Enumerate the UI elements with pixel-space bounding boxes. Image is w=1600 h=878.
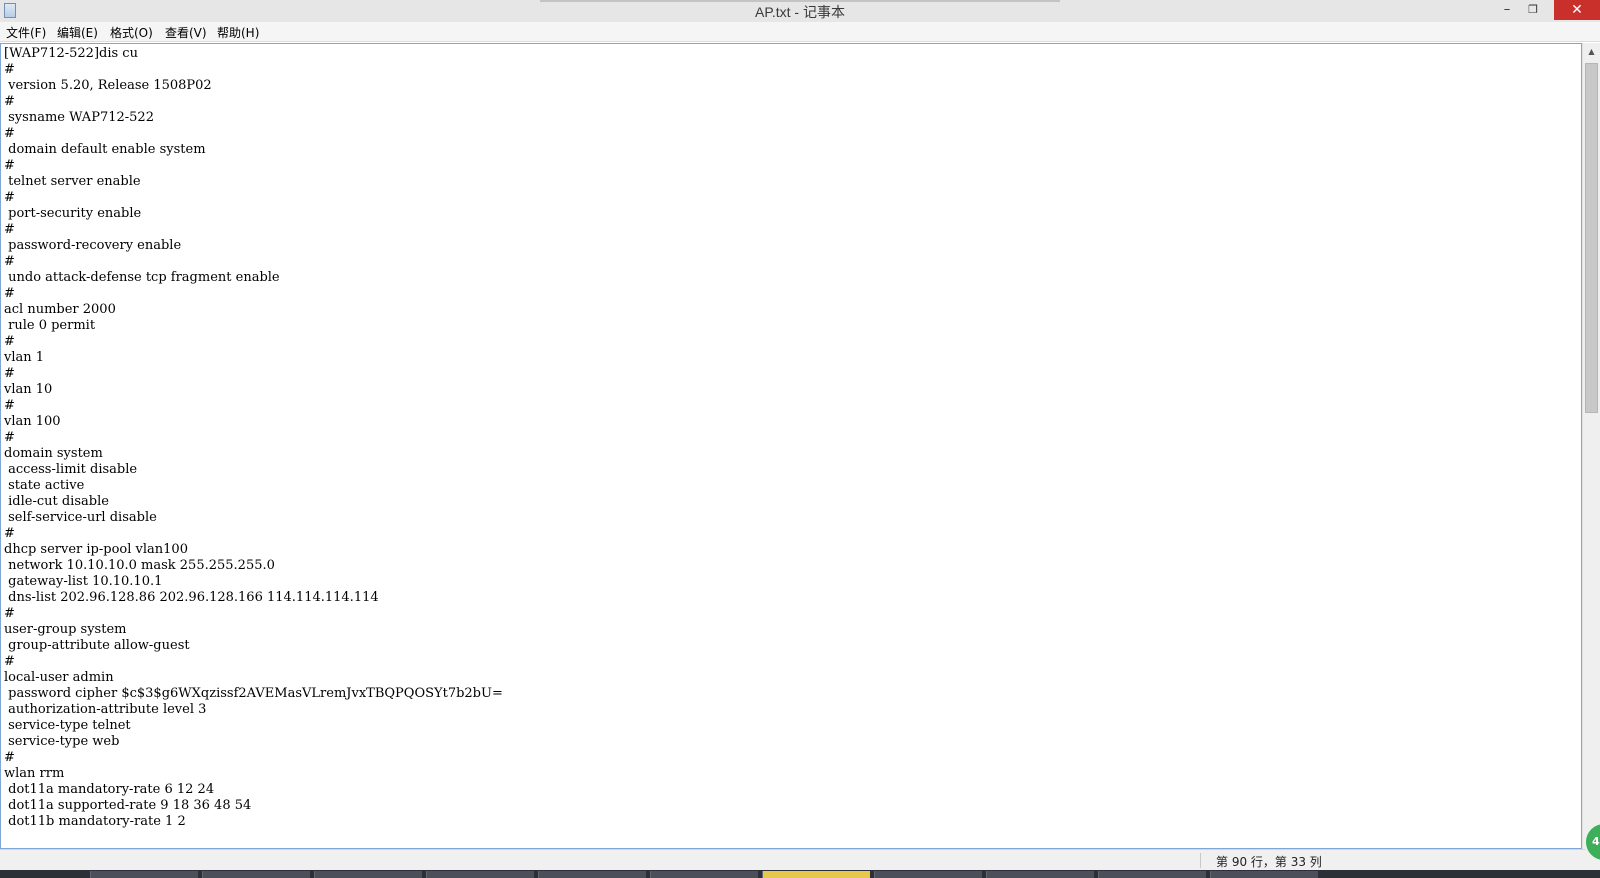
cursor-position: 第 90 行，第 33 列 — [1216, 855, 1322, 869]
taskbar-button[interactable] — [874, 871, 982, 878]
menu-edit[interactable]: 编辑(E) — [57, 24, 98, 41]
text-editor-area[interactable]: [WAP712-522]dis cu # version 5.20, Releas… — [0, 43, 1582, 849]
text-line: domain default enable system — [4, 142, 206, 157]
text-line: # — [4, 654, 15, 669]
vertical-scrollbar[interactable]: ▲ — [1582, 43, 1600, 849]
minimize-button[interactable]: – — [1494, 0, 1520, 20]
taskbar-button[interactable] — [1210, 871, 1318, 878]
taskbar-button[interactable] — [314, 871, 422, 878]
text-line: vlan 10 — [4, 382, 53, 397]
text-line: domain system — [4, 446, 103, 461]
text-line: # — [4, 190, 15, 205]
taskbar-button[interactable] — [650, 871, 758, 878]
close-button[interactable]: ✕ — [1554, 0, 1600, 20]
text-line: # — [4, 158, 15, 173]
text-line: state active — [4, 478, 85, 493]
text-line: vlan 100 — [4, 414, 61, 429]
window-title: AP.txt - 记事本 — [755, 4, 845, 20]
text-line: rule 0 permit — [4, 318, 96, 333]
scroll-up-arrow-icon[interactable]: ▲ — [1583, 43, 1600, 60]
document-text: [WAP712-522]dis cu # version 5.20, Releas… — [4, 46, 503, 830]
text-line: vlan 1 — [4, 350, 45, 365]
text-line: # — [4, 286, 15, 301]
text-line: # — [4, 222, 15, 237]
menu-format[interactable]: 格式(O) — [110, 24, 153, 41]
text-line: # — [4, 62, 15, 77]
text-line: # — [4, 366, 15, 381]
restore-button[interactable]: ❐ — [1520, 0, 1546, 20]
text-line: dot11a supported-rate 9 18 36 48 54 — [4, 798, 252, 813]
taskbar-button[interactable] — [986, 871, 1094, 878]
text-line: # — [4, 526, 15, 541]
text-line: self-service-url disable — [4, 510, 157, 525]
menu-view[interactable]: 查看(V) — [165, 24, 207, 41]
text-line: # — [4, 334, 15, 349]
text-line: version 5.20, Release 1508P02 — [4, 78, 212, 93]
text-line: # — [4, 606, 15, 621]
text-line: [WAP712-522]dis cu — [4, 46, 138, 61]
text-line: dot11a mandatory-rate 6 12 24 — [4, 782, 215, 797]
taskbar-button[interactable] — [90, 871, 198, 878]
taskbar-button-active[interactable] — [762, 871, 870, 878]
text-line: undo attack-defense tcp fragment enable — [4, 270, 280, 285]
scroll-thumb[interactable] — [1585, 63, 1598, 413]
text-line: service-type web — [4, 734, 120, 749]
text-line: # — [4, 94, 15, 109]
taskbar-button[interactable] — [538, 871, 646, 878]
menu-bar: 文件(F) 编辑(E) 格式(O) 查看(V) 帮助(H) — [0, 22, 1600, 42]
text-line: telnet server enable — [4, 174, 141, 189]
text-line: access-limit disable — [4, 462, 138, 477]
text-line: # — [4, 126, 15, 141]
text-line: service-type telnet — [4, 718, 131, 733]
text-line: local-user admin — [4, 670, 114, 685]
taskbar-button[interactable] — [202, 871, 310, 878]
text-line: dns-list 202.96.128.86 202.96.128.166 11… — [4, 590, 379, 605]
text-line: dot11b mandatory-rate 1 2 — [4, 814, 186, 829]
text-line: dhcp server ip-pool vlan100 — [4, 542, 188, 557]
text-line: # — [4, 430, 15, 445]
text-line: group-attribute allow-guest — [4, 638, 190, 653]
status-divider — [1200, 853, 1201, 868]
text-line: port-security enable — [4, 206, 142, 221]
text-line: gateway-list 10.10.10.1 — [4, 574, 163, 589]
text-line: password-recovery enable — [4, 238, 182, 253]
title-bar[interactable]: AP.txt - 记事本 – ❐ ✕ — [0, 0, 1600, 22]
menu-help[interactable]: 帮助(H) — [217, 24, 259, 41]
text-line: # — [4, 750, 15, 765]
notepad-window: AP.txt - 记事本 – ❐ ✕ 文件(F) 编辑(E) 格式(O) 查看(… — [0, 0, 1600, 878]
text-line: password cipher $c$3$g6WXqzissf2AVEMasVL… — [4, 686, 503, 701]
menu-file[interactable]: 文件(F) — [6, 24, 46, 41]
text-line: acl number 2000 — [4, 302, 116, 317]
text-line: user-group system — [4, 622, 127, 637]
taskbar-button[interactable] — [426, 871, 534, 878]
text-line: sysname WAP712-522 — [4, 110, 154, 125]
text-line: # — [4, 398, 15, 413]
text-line: idle-cut disable — [4, 494, 109, 509]
text-line: # — [4, 254, 15, 269]
text-line: network 10.10.10.0 mask 255.255.255.0 — [4, 558, 275, 573]
text-line: wlan rrm — [4, 766, 65, 781]
text-line: authorization-attribute level 3 — [4, 702, 207, 717]
taskbar — [0, 870, 1600, 878]
taskbar-button[interactable] — [1098, 871, 1206, 878]
status-bar: 第 90 行，第 33 列 — [0, 849, 1600, 870]
